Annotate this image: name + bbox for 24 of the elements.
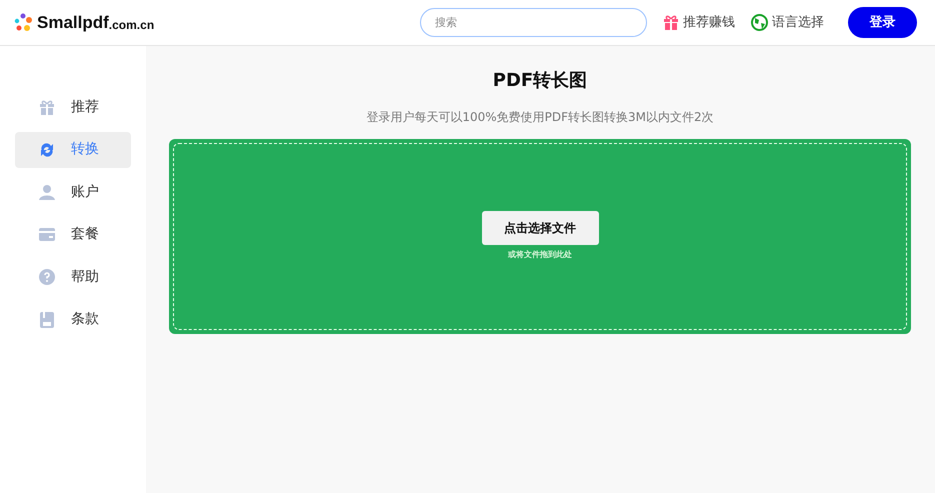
refresh-icon — [39, 142, 55, 158]
drop-hint: 或将文件拖到此处 — [508, 249, 572, 262]
user-icon — [39, 184, 55, 200]
logo-domain: .com.cn — [108, 18, 154, 34]
gift-icon — [663, 15, 679, 30]
card-icon — [39, 228, 55, 242]
logo-icon — [14, 13, 33, 32]
help-icon — [39, 269, 55, 286]
gift-icon — [39, 100, 55, 114]
drop-zone[interactable]: 点击选择文件 或将文件拖到此处 — [169, 138, 911, 334]
globe-icon — [751, 14, 768, 31]
sidebar-item[interactable]: 条款 — [15, 302, 131, 338]
page-subtitle: 登录用户每天可以100%免费使用PDF转长图转换3M以内文件2次 — [365, 108, 715, 126]
choose-file-button[interactable]: 点击选择文件 — [482, 211, 598, 246]
sidebar-item[interactable]: 帮助 — [15, 259, 131, 296]
sidebar-item[interactable]: 套餐 — [15, 216, 131, 253]
header-link[interactable]: 语言选择 — [772, 12, 824, 32]
login-button[interactable]: 登录 — [848, 7, 917, 38]
header-link[interactable]: 推荐赚钱 — [683, 12, 735, 32]
search-field[interactable]: 搜索 — [420, 8, 647, 37]
sidebar-item[interactable]: 推荐 — [15, 89, 131, 125]
logo-text: Smallpdf — [37, 12, 109, 34]
sidebar-item[interactable]: 账户 — [15, 174, 131, 210]
page-title: PDF转长图 — [492, 70, 588, 92]
